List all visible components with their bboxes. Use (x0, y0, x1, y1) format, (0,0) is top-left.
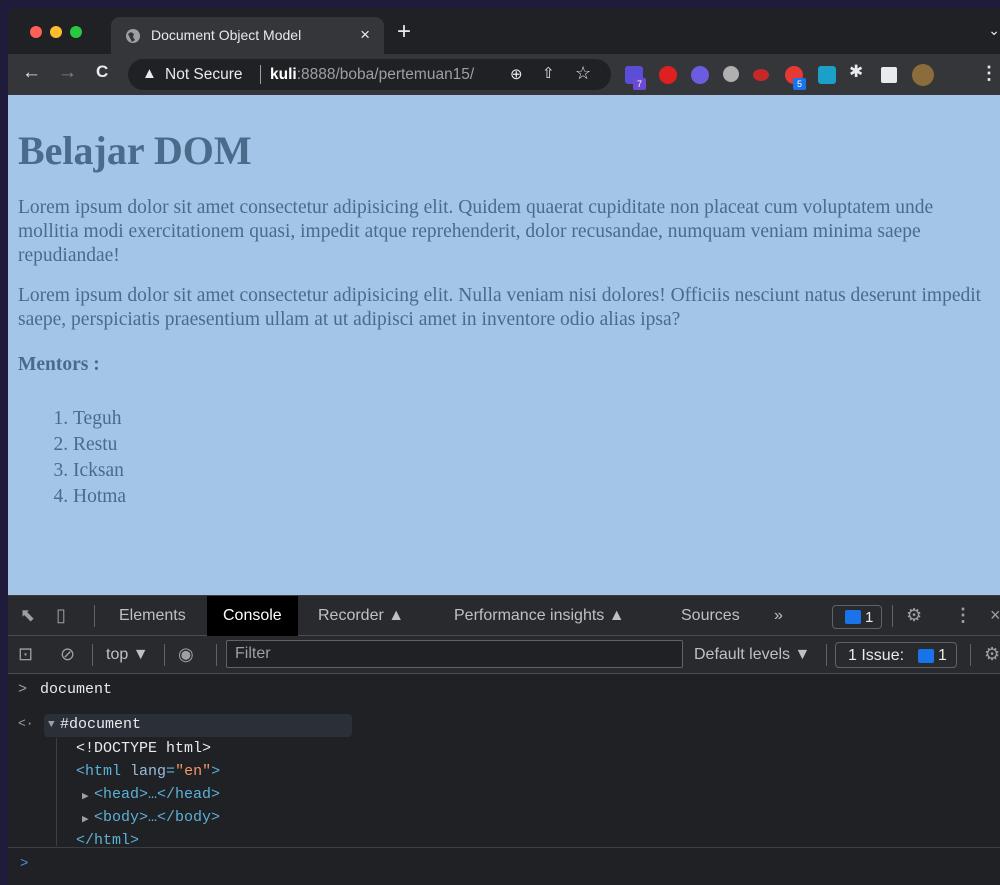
doctype-node[interactable]: <!DOCTYPE html> (76, 740, 211, 757)
list-item: Hotma (73, 484, 990, 510)
globe-icon (126, 29, 140, 43)
paragraph-1: Lorem ipsum dolor sit amet consectetur a… (18, 197, 934, 266)
toolbar-divider (92, 644, 93, 666)
tab-performance-insights[interactable]: Performance insights ▲ (454, 607, 625, 625)
page-heading: Belajar DOM (18, 128, 252, 173)
more-tabs-button[interactable]: » (774, 607, 783, 625)
devtools-panel: ⬉ ▯ Elements Console Recorder ▲ Performa… (8, 595, 1000, 885)
issues-counter-button[interactable]: 1 (832, 605, 882, 629)
extension-badge-6: 5 (793, 78, 806, 90)
browser-window: Document Object Model × + ⌄ ← → C ▲ Not … (8, 8, 1000, 885)
context-selector[interactable]: top ▼ (106, 646, 149, 664)
list-item: Restu (73, 432, 990, 458)
close-tab-button[interactable]: × (360, 25, 370, 45)
mentors-list: Teguh Restu Icksan Hotma (18, 406, 990, 510)
head-node[interactable]: <head>…</head> (94, 786, 220, 803)
console-output: > document <· ▼ #document <!DOCTYPE html… (8, 674, 1000, 885)
toolbar-divider (826, 644, 827, 666)
mentors-label: Mentors : (18, 354, 100, 375)
input-prompt: > (18, 681, 28, 698)
close-window-button[interactable] (30, 26, 42, 38)
message-icon (845, 610, 861, 624)
document-node[interactable]: #document (60, 716, 141, 733)
html-node[interactable]: <html lang="en"> (76, 763, 220, 780)
toolbar-divider (94, 605, 95, 627)
toolbar-divider (892, 605, 893, 627)
avatar[interactable] (912, 64, 934, 86)
issues-label: 1 Issue: (848, 647, 905, 664)
warning-icon: ▲ (142, 65, 157, 82)
sidebar-toggle-icon[interactable]: ⊡ (18, 644, 33, 665)
inspect-element-icon[interactable]: ⬉ (20, 605, 35, 626)
console-input-line[interactable]: document (40, 681, 112, 698)
new-tab-button[interactable]: + (397, 18, 411, 46)
toolbar-divider (216, 644, 217, 666)
toolbar-divider (970, 644, 971, 666)
address-bar[interactable]: ▲ Not Secure kuli:8888/boba/pertemuan15/… (128, 59, 611, 90)
paragraph-2: Lorem ipsum dolor sit amet consectetur a… (18, 285, 982, 330)
minimize-window-button[interactable] (50, 26, 62, 38)
forward-button[interactable]: → (58, 62, 77, 84)
browser-toolbar: ← → C ▲ Not Secure kuli:8888/boba/pertem… (8, 54, 1000, 95)
page-viewport: Belajar DOM Lorem ipsum dolor sit amet c… (8, 95, 1000, 595)
tab-sources[interactable]: Sources (681, 607, 740, 625)
zoom-icon[interactable]: ⊕ (510, 65, 523, 83)
issues-button[interactable]: 1 Issue: 1 (835, 642, 957, 668)
tab-elements[interactable]: Elements (119, 607, 186, 625)
share-icon[interactable]: ⇧ (542, 64, 555, 82)
url-separator (260, 65, 261, 84)
settings-extension-icon[interactable] (723, 66, 739, 82)
tab-strip: Document Object Model × + ⌄ (8, 8, 1000, 54)
extension-icon-7[interactable] (818, 66, 836, 84)
bookmark-star-icon[interactable]: ☆ (575, 63, 591, 84)
extension-badge-1: 7 (633, 78, 646, 90)
close-devtools-icon[interactable]: × (990, 605, 1000, 626)
browser-menu-button[interactable]: ⋮ (980, 63, 998, 84)
issues-count: 1 (865, 609, 874, 626)
sidepanel-icon[interactable] (881, 67, 897, 83)
security-label[interactable]: Not Secure (165, 66, 243, 84)
puzzle-extensions-icon[interactable]: ✱ (849, 62, 863, 82)
tab-search-button[interactable]: ⌄ (988, 22, 1000, 39)
tab-title: Document Object Model (151, 27, 302, 43)
output-prompt: <· (18, 716, 34, 731)
filter-input-wrapper (226, 640, 683, 668)
log-levels-dropdown[interactable]: Default levels ▼ (694, 646, 810, 664)
expand-triangle-icon[interactable]: ▼ (48, 719, 55, 731)
clear-console-icon[interactable]: ⊘ (60, 644, 75, 665)
body-node[interactable]: <body>…</body> (94, 809, 220, 826)
adblock-extension-icon[interactable] (659, 66, 677, 84)
url-text[interactable]: kuli:8888/boba/pertemuan15/ (270, 66, 474, 84)
filter-input[interactable] (227, 641, 682, 667)
reload-button[interactable]: C (96, 62, 108, 82)
list-item: Teguh (73, 406, 990, 432)
message-icon (918, 649, 934, 663)
device-toolbar-icon[interactable]: ▯ (56, 605, 66, 626)
toolbar-divider (164, 644, 165, 666)
tab-recorder[interactable]: Recorder ▲ (318, 607, 404, 625)
back-button[interactable]: ← (22, 62, 41, 84)
tree-guide-line (56, 738, 57, 846)
eye-icon[interactable]: ◉ (178, 644, 194, 665)
browser-tab[interactable]: Document Object Model × (111, 17, 384, 54)
list-item: Icksan (73, 458, 990, 484)
expand-triangle-icon[interactable]: ▶ (82, 789, 89, 803)
console-divider (8, 847, 1000, 848)
gear-icon[interactable]: ⚙ (906, 605, 922, 626)
extension-icon-3[interactable] (691, 66, 709, 84)
expand-triangle-icon[interactable]: ▶ (82, 812, 89, 826)
issues-badge: 1 (938, 647, 947, 664)
maximize-window-button[interactable] (70, 26, 82, 38)
devtools-menu-icon[interactable]: ⋮ (954, 605, 972, 626)
devtools-tab-bar: ⬉ ▯ Elements Console Recorder ▲ Performa… (8, 596, 1000, 636)
extension-icon-5[interactable] (753, 69, 769, 81)
console-filter-bar: ⊡ ⊘ top ▼ ◉ Default levels ▼ 1 Issue: 1 … (8, 636, 1000, 674)
console-prompt-input[interactable]: > (20, 856, 28, 872)
tab-console[interactable]: Console (207, 596, 298, 636)
console-settings-icon[interactable]: ⚙ (984, 644, 1000, 665)
